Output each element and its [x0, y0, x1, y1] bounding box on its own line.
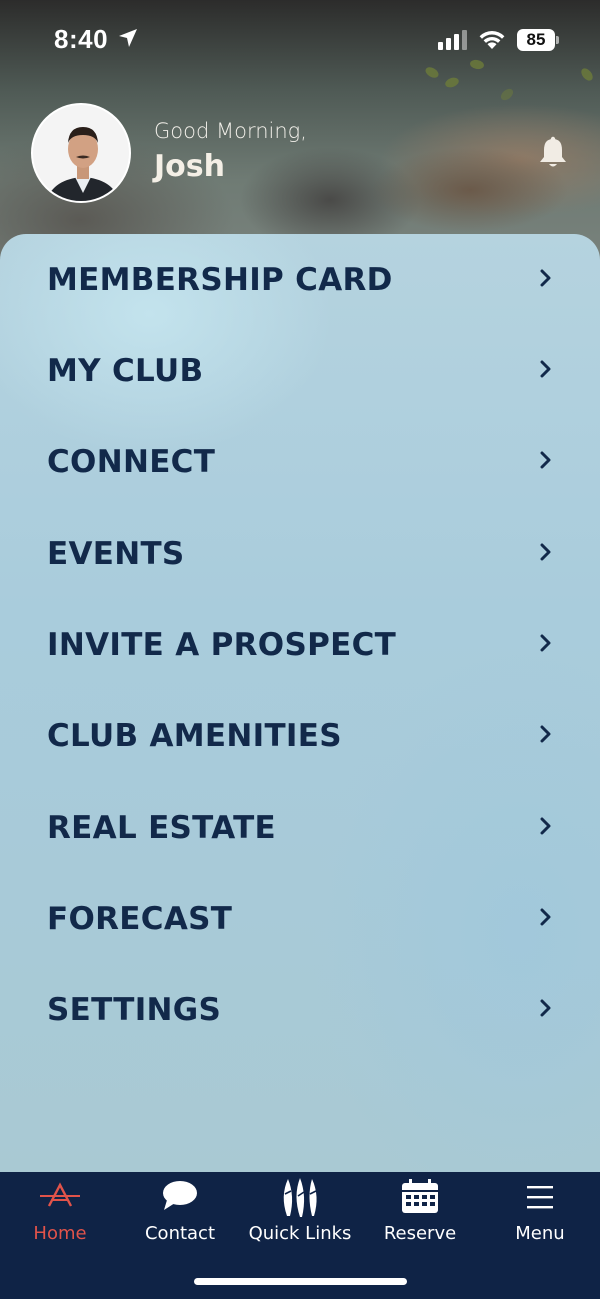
- nav-tab-quick-links[interactable]: Quick Links: [240, 1172, 360, 1262]
- nav-tab-reserve[interactable]: Reserve: [360, 1172, 480, 1262]
- chevron-right-icon: [540, 999, 552, 1021]
- menu-item-label: MEMBERSHIP CARD: [47, 261, 393, 298]
- nav-tab-home[interactable]: Home: [0, 1172, 120, 1262]
- battery-nub: [556, 36, 559, 44]
- menu-item-label: CONNECT: [47, 443, 216, 480]
- menu-item-real-estate[interactable]: REAL ESTATE: [0, 782, 600, 873]
- menu-item-label: MY CLUB: [47, 352, 204, 389]
- nav-label: Reserve: [383, 1223, 457, 1244]
- nav-label: Quick Links: [248, 1223, 352, 1244]
- menu-item-label: INVITE A PROSPECT: [47, 626, 397, 663]
- menu-item-membership-card[interactable]: MEMBERSHIP CARD: [0, 234, 600, 325]
- avatar[interactable]: [31, 103, 131, 203]
- menu-item-label: REAL ESTATE: [47, 809, 277, 846]
- home-indicator[interactable]: [194, 1278, 407, 1285]
- app-screen: 8:40 85 Good Morning, Josh MEMBERSHIP CA…: [0, 0, 600, 1299]
- chevron-right-icon: [540, 725, 552, 747]
- location-arrow-icon: [118, 28, 138, 52]
- menu-item-label: FORECAST: [47, 900, 233, 937]
- nav-tab-menu[interactable]: Menu: [480, 1172, 600, 1262]
- signal-icon: [438, 30, 468, 54]
- chevron-right-icon: [540, 908, 552, 930]
- menu-item-connect[interactable]: CONNECT: [0, 416, 600, 507]
- status-time: 8:40: [54, 24, 109, 54]
- chat-bubble-icon: [161, 1180, 199, 1216]
- menu-item-forecast[interactable]: FORECAST: [0, 873, 600, 964]
- chevron-right-icon: [540, 451, 552, 473]
- hamburger-menu-icon: [527, 1186, 553, 1214]
- menu-item-club-amenities[interactable]: CLUB AMENITIES: [0, 690, 600, 781]
- chevron-right-icon: [540, 360, 552, 382]
- nav-label: Contact: [144, 1223, 216, 1244]
- calendar-icon: [401, 1178, 439, 1218]
- menu-item-events[interactable]: EVENTS: [0, 508, 600, 599]
- battery-icon: 85: [517, 29, 555, 51]
- surfboards-icon: [278, 1176, 322, 1222]
- wifi-icon: [478, 28, 506, 54]
- chevron-right-icon: [540, 269, 552, 291]
- menu-item-label: EVENTS: [47, 535, 185, 572]
- status-bar: 8:40 85: [0, 0, 600, 80]
- user-name: Josh: [154, 149, 225, 184]
- chevron-right-icon: [540, 817, 552, 839]
- menu-item-invite-a-prospect[interactable]: INVITE A PROSPECT: [0, 599, 600, 690]
- nav-label: Menu: [515, 1223, 565, 1244]
- nav-tab-contact[interactable]: Contact: [120, 1172, 240, 1262]
- chevron-right-icon: [540, 543, 552, 565]
- menu-item-label: CLUB AMENITIES: [47, 717, 342, 754]
- home-logo-icon: [38, 1182, 82, 1212]
- bell-icon[interactable]: [538, 136, 568, 174]
- greeting-text: Good Morning,: [154, 119, 307, 143]
- main-menu-panel: MEMBERSHIP CARD MY CLUB CONNECT EVENTS I…: [0, 234, 600, 1174]
- nav-label: Home: [33, 1223, 87, 1244]
- menu-item-my-club[interactable]: MY CLUB: [0, 325, 600, 416]
- menu-item-label: SETTINGS: [47, 991, 222, 1028]
- menu-item-settings[interactable]: SETTINGS: [0, 964, 600, 1055]
- chevron-right-icon: [540, 634, 552, 656]
